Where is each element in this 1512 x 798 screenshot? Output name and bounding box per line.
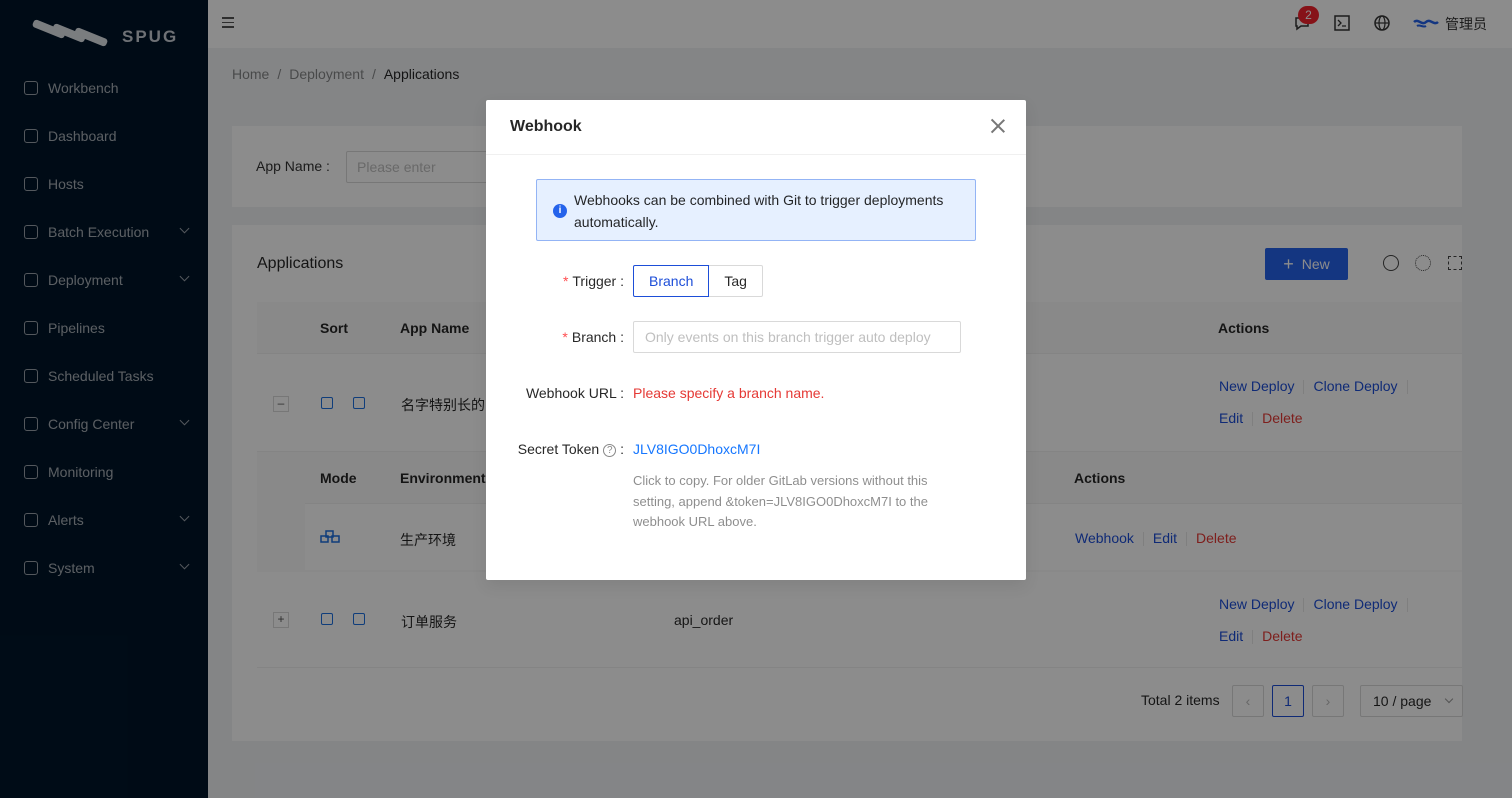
- trigger-tag-option[interactable]: Tag: [709, 265, 763, 297]
- alert-message: Webhooks can be combined with Git to tri…: [574, 192, 944, 230]
- secret-token-help: Click to copy. For older GitLab versions…: [633, 473, 928, 529]
- modal-title: Webhook: [510, 118, 582, 135]
- secret-token-value[interactable]: JLV8IGO0DhoxcM7I: [633, 441, 760, 457]
- webhook-modal: Webhook i Webhooks can be combined with …: [486, 100, 1026, 580]
- modal-header: Webhook: [486, 100, 1026, 155]
- branch-input[interactable]: Only events on this branch trigger auto …: [633, 321, 961, 353]
- close-icon[interactable]: [990, 118, 1006, 134]
- secret-token-label: Secret Token? :: [517, 441, 624, 457]
- trigger-branch-option[interactable]: Branch: [633, 265, 710, 297]
- info-icon: i: [553, 204, 567, 218]
- branch-label: * Branch :: [562, 329, 624, 345]
- webhook-url-value: Please specify a branch name.: [633, 385, 825, 401]
- trigger-radio-group: Branch Tag: [633, 265, 763, 297]
- question-circle-icon[interactable]: ?: [603, 443, 617, 457]
- trigger-label: * Trigger :: [562, 273, 624, 289]
- info-alert: i Webhooks can be combined with Git to t…: [536, 179, 976, 241]
- webhook-url-label: Webhook URL :: [525, 385, 624, 401]
